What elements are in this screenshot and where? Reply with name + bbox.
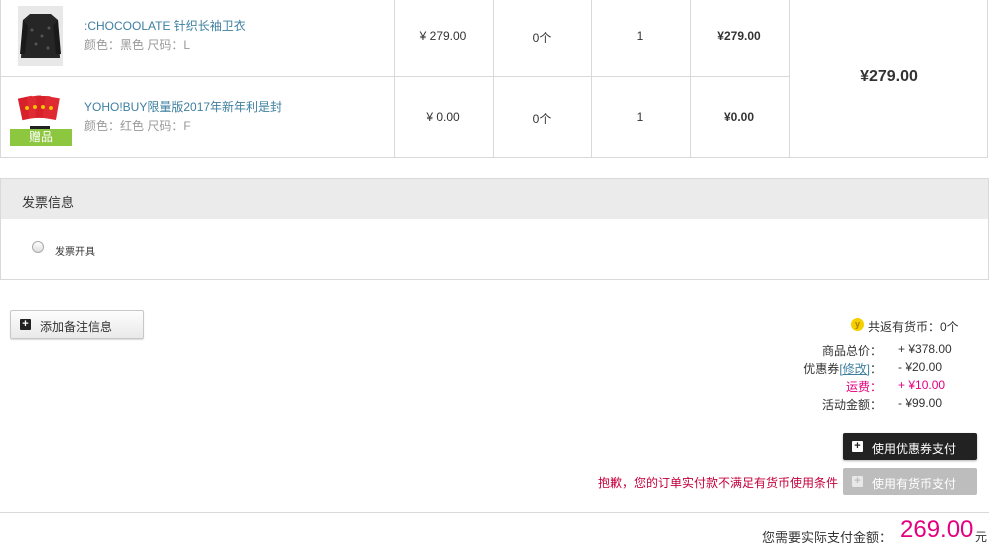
quantity: 1 — [636, 110, 644, 124]
plus-icon: + — [20, 319, 31, 330]
table-row: :CHOCOOLATE 针织长袖卫衣 颜色：黑色 尺码：L ¥ 279.00 0… — [0, 0, 790, 76]
product-spec: 颜色：黑色 尺码：L — [84, 38, 191, 52]
product-name[interactable]: YOHO!BUY限量版2017年新年利是封 — [84, 98, 282, 115]
payment-amount: 269.00 — [900, 516, 974, 543]
divider — [0, 512, 989, 513]
coin-pay-label: 使用有货币支付 — [872, 477, 957, 491]
promotion-value: - ¥99.00 — [898, 396, 943, 410]
coupon-pay-button[interactable]: + 使用优惠券支付 — [843, 433, 977, 460]
shipping-label: 运费： — [845, 380, 882, 394]
invoice-header: 发票信息 — [1, 179, 988, 219]
product-thumbnail[interactable] — [18, 93, 63, 133]
coupon-label: 优惠券[修改]： — [732, 360, 882, 377]
quantity: 1 — [636, 29, 644, 43]
coins-return-total: 共返有货币：0个 — [868, 320, 959, 334]
coin-pay-button[interactable]: + 使用有货币支付 — [843, 468, 977, 495]
coupon-modify-link[interactable]: [修改] — [839, 362, 870, 376]
product-spec: 颜色：红色 尺码：F — [84, 119, 191, 133]
coupon-value: - ¥20.00 — [898, 360, 943, 374]
payment-label: 您需要实际支付金额： — [762, 530, 893, 545]
invoice-radio-label[interactable]: 发票开具 — [55, 243, 95, 258]
item-subtotal: ¥0.00 — [723, 110, 755, 124]
order-items-table: :CHOCOOLATE 针织长袖卫衣 颜色：黑色 尺码：L ¥ 279.00 0… — [0, 0, 988, 158]
coin-icon: y — [851, 318, 864, 331]
table-border-bottom — [0, 157, 988, 158]
invoice-title: 发票信息 — [22, 195, 75, 210]
coupon-label-text: 优惠券 — [803, 362, 840, 376]
package-total: ¥279.00 — [860, 68, 918, 85]
coin-return: 0个 — [532, 31, 552, 45]
plus-icon: + — [852, 441, 863, 452]
payment-unit: 元 — [975, 530, 988, 544]
invoice-section: 发票信息 发票开具 — [0, 178, 989, 280]
table-row: YOHO!BUY限量版2017年新年利是封 颜色：红色 尺码：F ¥ 0.00 … — [0, 77, 790, 157]
product-thumbnail[interactable] — [18, 6, 63, 66]
product-name[interactable]: :CHOCOOLATE 针织长袖卫衣 — [84, 17, 246, 34]
invoice-radio[interactable] — [32, 241, 44, 253]
shipping-value: + ¥10.00 — [898, 378, 946, 392]
add-note-button[interactable]: + 添加备注信息 — [10, 310, 144, 339]
coupon-pay-label: 使用优惠券支付 — [872, 442, 957, 456]
promotion-label: 活动金额： — [821, 398, 882, 412]
coin-warning: 抱歉，您的订单实付款不满足有货币使用条件 — [598, 476, 839, 490]
plus-icon: + — [852, 476, 863, 487]
coin-return: 0个 — [532, 112, 552, 126]
coupon-label-colon: ： — [869, 362, 882, 376]
add-note-label: 添加备注信息 — [40, 320, 113, 334]
item-subtotal: ¥279.00 — [717, 29, 761, 43]
goods-total-value: + ¥378.00 — [898, 342, 952, 356]
unit-price: ¥ 279.00 — [419, 29, 467, 43]
gift-badge: 赠品 — [10, 129, 72, 146]
goods-total-label: 商品总价： — [821, 344, 882, 358]
unit-price: ¥ 0.00 — [426, 110, 460, 124]
